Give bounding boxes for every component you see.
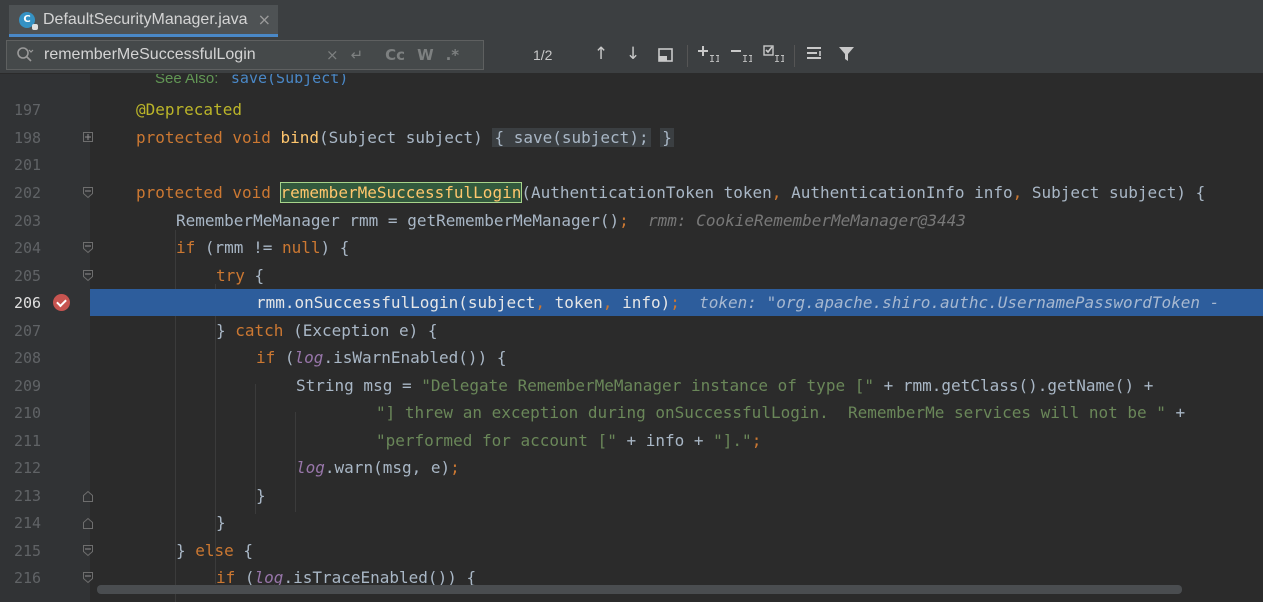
line-number[interactable]: 201 xyxy=(14,156,54,174)
code-line[interactable]: 198 protected void bind(Subject subject)… xyxy=(0,124,1263,151)
next-occurrence-arrow-down-icon[interactable]: ↓ xyxy=(621,44,645,66)
line-number[interactable]: 203 xyxy=(14,212,54,230)
line-text: String msg = "Delegate RememberMeManager… xyxy=(296,376,1154,395)
line-number[interactable]: 210 xyxy=(14,404,54,422)
svg-text:II: II xyxy=(742,54,752,64)
code-line[interactable]: 210 "] threw an exception during onSucce… xyxy=(0,399,1263,426)
file-tab[interactable]: C DefaultSecurityManager.java × xyxy=(9,5,278,37)
fold-collapse-icon[interactable] xyxy=(83,572,93,584)
fold-end-icon[interactable] xyxy=(83,490,93,502)
search-input[interactable]: rememberMeSuccessfulLogin xyxy=(44,46,314,64)
fold-collapse-icon[interactable] xyxy=(83,187,93,199)
code-line[interactable]: 213 } xyxy=(0,482,1263,509)
fold-collapse-icon[interactable] xyxy=(83,242,93,254)
match-count: 1/2 xyxy=(533,47,553,63)
line-number[interactable]: 197 xyxy=(14,101,54,119)
fold-expand-icon[interactable] xyxy=(83,132,93,142)
line-text: @Deprecated xyxy=(136,100,242,119)
line-number[interactable]: 198 xyxy=(14,129,54,147)
code-editor[interactable]: See Also: save(Subject) 197 @Deprecated … xyxy=(0,74,1263,602)
line-number[interactable]: 212 xyxy=(14,459,54,477)
line-number[interactable]: 208 xyxy=(14,349,54,367)
line-text: } catch (Exception e) { xyxy=(216,321,438,340)
line-number[interactable]: 205 xyxy=(14,267,54,285)
add-selection-icon[interactable]: II xyxy=(696,44,721,66)
filter-search-results-icon[interactable] xyxy=(803,44,827,66)
code-line[interactable]: 207 } catch (Exception e) { xyxy=(0,317,1263,344)
select-all-occurrences-icon[interactable]: II xyxy=(761,44,786,66)
code-line[interactable]: 205 try { xyxy=(0,262,1263,289)
doc-comment-line: See Also: save(Subject) xyxy=(0,74,1263,92)
line-number[interactable]: 211 xyxy=(14,432,54,450)
code-line[interactable]: 202 protected void rememberMeSuccessfulL… xyxy=(0,179,1263,206)
line-text: "] threw an exception during onSuccessfu… xyxy=(376,403,1186,422)
line-number[interactable]: 214 xyxy=(14,514,54,532)
line-text: rmm.onSuccessfulLogin(subject, token, in… xyxy=(256,293,1229,312)
folded-code-region[interactable]: { save(subject); xyxy=(492,128,651,147)
code-line[interactable]: 212 log.warn(msg, e); xyxy=(0,454,1263,481)
line-text: RememberMeManager rmm = getRememberMeMan… xyxy=(176,211,966,230)
previous-occurrence-arrow-up-icon[interactable]: ↑ xyxy=(589,44,613,66)
inline-debug-value: rmm: CookieRememberMeManager@3443 xyxy=(648,211,966,230)
current-execution-line[interactable]: 206 206 rmm.onSuccessfulLogin(subject, t… xyxy=(0,289,1263,316)
horizontal-scrollbar[interactable] xyxy=(97,585,1182,594)
editor-tab-bar: C DefaultSecurityManager.java × xyxy=(0,0,1263,38)
code-line[interactable]: 209 String msg = "Delegate RememberMeMan… xyxy=(0,372,1263,399)
breakpoint-icon[interactable] xyxy=(53,294,70,311)
line-number[interactable]: 209 xyxy=(14,377,54,395)
line-text: if (log.isWarnEnabled()) { xyxy=(256,348,507,367)
open-results-window-icon[interactable] xyxy=(654,44,678,66)
find-bar: rememberMeSuccessfulLogin × ↵ Cc W .* 1/… xyxy=(0,37,1263,74)
toolbar-separator xyxy=(687,45,688,67)
line-text: } xyxy=(216,513,226,532)
toolbar-separator xyxy=(794,45,795,67)
line-text: log.warn(msg, e); xyxy=(296,458,460,477)
search-match-highlight: rememberMeSuccessfulLogin xyxy=(279,182,523,203)
line-number[interactable]: 204 xyxy=(14,239,54,257)
close-tab-icon[interactable]: × xyxy=(258,10,271,29)
line-text: protected void bind(Subject subject) { s… xyxy=(136,128,674,147)
regex-toggle[interactable]: .* xyxy=(446,46,460,64)
line-number[interactable]: 202 xyxy=(14,184,54,202)
code-line[interactable]: 201 xyxy=(0,151,1263,178)
code-line[interactable]: 204 if (rmm != null) { xyxy=(0,234,1263,261)
inline-debug-value: token: "org.apache.shiro.authc.UsernameP… xyxy=(699,293,1229,312)
fold-end-icon[interactable] xyxy=(83,517,93,529)
line-text: } else { xyxy=(176,541,254,560)
code-line[interactable]: 215 } else { xyxy=(0,537,1263,564)
line-number[interactable]: 213 xyxy=(14,487,54,505)
line-text: try { xyxy=(216,266,265,285)
new-line-icon[interactable]: ↵ xyxy=(351,46,364,64)
line-text: } xyxy=(256,486,266,505)
line-text: if (rmm != null) { xyxy=(176,238,350,257)
code-line[interactable]: 203 RememberMeManager rmm = getRememberM… xyxy=(0,207,1263,234)
search-field[interactable]: rememberMeSuccessfulLogin × ↵ Cc W .* xyxy=(6,40,484,70)
fold-collapse-icon[interactable] xyxy=(83,270,93,282)
words-toggle[interactable]: W xyxy=(417,46,434,64)
line-text: protected void rememberMeSuccessfulLogin… xyxy=(136,182,1206,203)
line-number[interactable]: 216 xyxy=(14,569,54,587)
file-tab-title: DefaultSecurityManager.java xyxy=(43,10,248,28)
filter-icon[interactable] xyxy=(835,44,859,66)
svg-text:II: II xyxy=(709,54,719,64)
match-case-toggle[interactable]: Cc xyxy=(385,46,405,64)
line-text: "performed for account [" + info + "]."; xyxy=(376,431,762,450)
code-line[interactable]: 208 if (log.isWarnEnabled()) { xyxy=(0,344,1263,371)
fold-collapse-icon[interactable] xyxy=(83,545,93,557)
code-line[interactable]: 197 @Deprecated xyxy=(0,96,1263,123)
remove-selection-icon[interactable]: II xyxy=(729,44,754,66)
line-number[interactable]: 206 xyxy=(14,294,54,312)
code-line[interactable]: 214 } xyxy=(0,509,1263,536)
clear-search-icon[interactable]: × xyxy=(326,46,339,64)
search-icon xyxy=(16,46,34,64)
code-line[interactable]: 211 "performed for account [" + info + "… xyxy=(0,427,1263,454)
doc-see-also: See Also: save(Subject) xyxy=(155,74,349,87)
svg-text:II: II xyxy=(774,54,784,64)
line-number[interactable]: 207 xyxy=(14,322,54,340)
line-number[interactable]: 215 xyxy=(14,542,54,560)
java-class-icon: C xyxy=(19,11,38,30)
